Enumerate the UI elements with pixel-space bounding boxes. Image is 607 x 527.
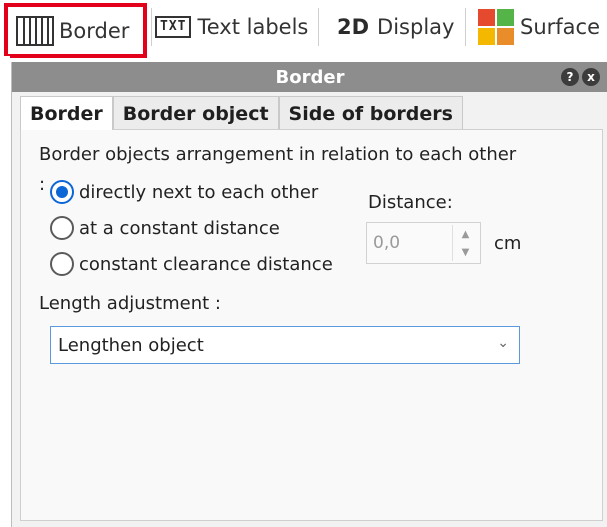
distance-label: Distance:: [368, 192, 453, 213]
radio-unchecked-icon: [50, 252, 74, 276]
help-icon[interactable]: ?: [561, 68, 579, 86]
length-adjustment-label: Length adjustment :: [39, 293, 221, 314]
text-labels-toolbar-label: Text labels: [197, 15, 309, 39]
spin-down-icon[interactable]: ▼: [453, 243, 478, 261]
radio-constant-clearance[interactable]: constant clearance distance: [50, 252, 333, 276]
border-icon: [16, 15, 54, 46]
arrangement-colon: :: [39, 174, 46, 195]
radio-directly-next-label: directly next to each other: [79, 181, 319, 203]
spin-up-icon[interactable]: ▲: [453, 225, 478, 243]
border-toolbar-label: Border: [59, 18, 130, 43]
radio-checked-icon: [50, 180, 74, 204]
tab-border[interactable]: Border: [20, 96, 113, 130]
toolbar-separator: [465, 8, 466, 46]
chevron-down-icon: ⌄: [497, 335, 509, 351]
border-toolbar-button[interactable]: Border: [4, 3, 147, 58]
radio-unchecked-icon: [50, 216, 74, 240]
tab-side-of-borders[interactable]: Side of borders: [278, 96, 463, 130]
2d-icon: 2D: [337, 15, 370, 39]
distance-spinbox[interactable]: 0,0 ▲ ▼: [366, 222, 481, 264]
distance-value: 0,0: [373, 233, 401, 253]
surface-toolbar-button[interactable]: Surface: [478, 0, 600, 54]
panel-header: Border ? x: [12, 62, 607, 92]
close-icon[interactable]: x: [582, 68, 600, 86]
text-labels-toolbar-button[interactable]: TXT Text labels: [155, 0, 308, 54]
2d-display-toolbar-label: Display: [377, 15, 455, 39]
panel-header-icons: ? x: [561, 68, 600, 86]
left-rail: [0, 56, 10, 527]
arrangement-label: Border objects arrangement in relation t…: [39, 144, 517, 165]
radio-constant-distance-label: at a constant distance: [79, 217, 280, 239]
panel-title: Border: [275, 66, 345, 88]
border-panel: Border ? x Border Border object Side of …: [11, 62, 607, 527]
toolbar-separator: [318, 8, 319, 46]
panel-tabs: Border Border object Side of borders: [20, 96, 463, 130]
spin-buttons: ▲ ▼: [452, 225, 478, 261]
toolbar-separator: [151, 8, 152, 46]
tab-content: Border objects arrangement in relation t…: [20, 129, 603, 521]
radio-constant-clearance-label: constant clearance distance: [79, 253, 333, 275]
length-adjustment-select[interactable]: Lengthen object ⌄: [50, 326, 520, 364]
radio-directly-next[interactable]: directly next to each other: [50, 180, 318, 204]
txt-icon: TXT: [155, 16, 192, 38]
length-adjustment-value: Lengthen object: [58, 334, 204, 356]
surface-icon: [478, 9, 514, 45]
radio-constant-distance[interactable]: at a constant distance: [50, 216, 280, 240]
surface-toolbar-label: Surface: [520, 15, 601, 39]
tab-border-object[interactable]: Border object: [112, 96, 279, 130]
2d-display-toolbar-button[interactable]: 2D Display: [337, 0, 454, 54]
distance-unit: cm: [494, 233, 522, 254]
main-toolbar: Border TXT Text labels 2D Display Surfac…: [0, 0, 607, 58]
